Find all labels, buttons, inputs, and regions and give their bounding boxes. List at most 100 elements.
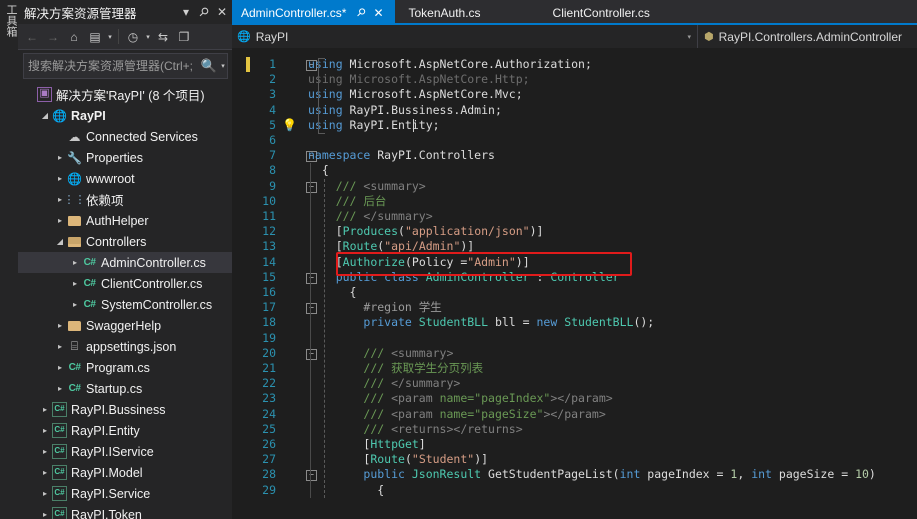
tree-item-swaggerhelp[interactable]: ▸ SwaggerHelp [18,315,232,336]
sync-with-active-document-icon[interactable]: ⇆ [153,27,173,47]
chevron-down-icon[interactable]: ▾ [106,33,114,41]
tree-item--raypi-8-[interactable]: ▣ 解决方案'RayPI' (8 个项目) [18,84,232,105]
search-dropdown-icon[interactable]: ▾ [219,62,227,70]
pending-changes-icon[interactable]: ◷ [123,27,143,47]
web-project-icon: 🌐 [52,108,67,123]
tree-item-wwwroot[interactable]: ▸ 🌐 wwwroot [18,168,232,189]
tree-item-startup.cs[interactable]: ▸ C# Startup.cs [18,378,232,399]
expand-arrow-icon[interactable]: ▸ [69,273,81,294]
collapse-arrow-icon[interactable]: ◢ [39,105,51,126]
tree-item-raypi.token[interactable]: ▸ C# RayPI.Token [18,504,232,519]
code-text[interactable]: − using Microsoft.AspNetCore.Authorizatio… [300,48,917,519]
expand-arrow-icon[interactable]: ▸ [54,147,66,168]
line-number: 18 [262,315,276,330]
project-selector[interactable]: 🌐 RayPI ▾ [232,25,698,48]
tree-item-raypi[interactable]: ◢ 🌐 RayPI [18,105,232,126]
search-icon[interactable]: 🔍 [199,58,219,74]
tree-item--[interactable]: ▸ ⋮⋮ 依赖项 [18,189,232,210]
code-line-8[interactable]: { [308,163,329,178]
line-number: 14 [262,254,276,269]
expand-arrow-icon[interactable]: ▸ [54,315,66,336]
code-line-14[interactable]: [Authorize(Policy ="Admin")] [308,255,530,270]
chevron-down-icon[interactable]: ▾ [687,33,691,41]
code-line-28[interactable]: public JsonResult GetStudentPageList(int… [308,467,875,482]
code-line-17[interactable]: #region 学生 [308,300,441,315]
tree-item-systemcontroller.cs[interactable]: ▸ C# SystemController.cs [18,294,232,315]
dependencies-icon: ⋮⋮ [63,194,86,206]
code-line-18[interactable]: private StudentBLL bll = new StudentBLL(… [308,315,654,330]
code-line-3[interactable]: using Microsoft.AspNetCore.Mvc; [308,87,523,102]
tree-item-controllers[interactable]: ◢ Controllers [18,231,232,252]
code-line-7[interactable]: namespace RayPI.Controllers [308,148,495,163]
tab-pin-icon[interactable]: ⚲ [350,2,372,24]
tree-item-connected-services[interactable]: ☁ Connected Services [18,126,232,147]
solution-tree[interactable]: ▣ 解决方案'RayPI' (8 个项目) ◢ 🌐 RayPI ☁ Connected Se… [18,82,232,519]
expand-arrow-icon [24,84,36,105]
lightbulb-icon[interactable]: 💡 [282,118,297,132]
tree-item-clientcontroller.cs[interactable]: ▸ C# ClientController.cs [18,273,232,294]
code-line-13[interactable]: [Route("api/Admin")] [308,239,475,254]
tree-item-appsettings.json[interactable]: ▸ ⌸ appsettings.json [18,336,232,357]
tree-item-raypi.model[interactable]: ▸ C# RayPI.Model [18,462,232,483]
tree-item-program.cs[interactable]: ▸ C# Program.cs [18,357,232,378]
tree-item-authhelper[interactable]: ▸ AuthHelper [18,210,232,231]
expand-arrow-icon[interactable]: ▸ [69,294,81,315]
close-icon[interactable]: ✕ [214,3,230,21]
tab-close-icon[interactable]: ✕ [370,6,386,20]
properties-window-icon[interactable]: ▤ [85,27,105,47]
expand-arrow-icon[interactable]: ▸ [54,336,66,357]
outlining-margin[interactable]: 💡 [280,48,300,519]
chevron-down-icon-2[interactable]: ▾ [144,33,152,41]
collapse-arrow-icon[interactable]: ◢ [54,231,66,252]
expand-arrow-icon[interactable]: ▸ [69,252,81,273]
forward-icon[interactable]: → [43,27,63,47]
code-line-27[interactable]: [Route("Student")] [308,452,488,467]
code-line-24[interactable]: /// <param name="pageSize"></param> [308,407,605,422]
tree-item-raypi.service[interactable]: ▸ C# RayPI.Service [18,483,232,504]
expand-arrow-icon[interactable]: ▸ [39,420,51,441]
tree-item-raypi.iservice[interactable]: ▸ C# RayPI.IService [18,441,232,462]
code-line-23[interactable]: /// <param name="pageIndex"></param> [308,391,612,406]
solution-explorer-search[interactable]: 🔍 ▾ [23,53,228,79]
code-line-1[interactable]: using Microsoft.AspNetCore.Authorization… [308,57,592,72]
code-line-25[interactable]: /// <returns></returns> [308,422,522,437]
code-line-4[interactable]: using RayPI.Bussiness.Admin; [308,103,502,118]
breakpoint-margin[interactable] [232,48,246,519]
code-line-2[interactable]: using Microsoft.AspNetCore.Http; [308,72,530,87]
tree-item-raypi.entity[interactable]: ▸ C# RayPI.Entity [18,420,232,441]
code-line-29[interactable]: { [308,483,384,498]
code-line-16[interactable]: { [308,285,357,300]
code-line-15[interactable]: public class AdminController : Controlle… [308,270,620,285]
toolbox-vertical-tab[interactable]: 工具箱 [0,0,19,519]
tree-item-admincontroller.cs[interactable]: ▸ C# AdminController.cs [18,252,232,273]
code-line-11[interactable]: /// </summary> [308,209,433,224]
expand-arrow-icon[interactable]: ▸ [39,504,51,519]
expand-arrow-icon[interactable]: ▸ [54,210,66,231]
show-all-files-icon[interactable]: ❐ [174,27,194,47]
expand-arrow-icon[interactable]: ▸ [39,441,51,462]
editor-tab-tokenauth.cs[interactable]: TokenAuth.cs [394,0,501,25]
code-surface[interactable]: 1 2 3 4 5 6 7 8 9 10 11 12 13 14 15 16 17 18 19 20 21 22 23 24 2… [232,48,917,519]
expand-arrow-icon[interactable]: ▸ [39,462,51,483]
expand-arrow-icon[interactable]: ▸ [54,168,66,189]
expand-arrow-icon[interactable]: ▸ [54,357,66,378]
editor-tab-clientcontroller.cs[interactable]: ClientController.cs [500,0,670,25]
expand-arrow-icon[interactable]: ▸ [39,483,51,504]
expand-arrow-icon[interactable]: ▸ [54,378,66,399]
code-line-10[interactable]: /// 后台 [308,194,387,209]
back-icon[interactable]: ← [22,27,42,47]
code-line-21[interactable]: /// 获取学生分页列表 [308,361,483,376]
home-icon[interactable]: ⌂ [64,27,84,47]
editor-tab-admincontroller.cs-[interactable]: AdminController.cs* ⚲ ✕ [232,0,395,25]
code-line-22[interactable]: /// </summary> [308,376,460,391]
code-line-12[interactable]: [Produces("application/json")] [308,224,544,239]
pin-icon[interactable]: ⚲ [192,0,216,24]
line-number: 20 [262,345,276,360]
expand-arrow-icon[interactable]: ▸ [39,399,51,420]
type-selector[interactable]: ⬢ RayPI.Controllers.AdminController [698,25,917,48]
search-input[interactable] [24,58,199,74]
code-line-5[interactable]: using RayPI.Entity; [308,118,440,133]
tree-item-raypi.bussiness[interactable]: ▸ C# RayPI.Bussiness [18,399,232,420]
tree-item-properties[interactable]: ▸ 🔧 Properties [18,147,232,168]
code-line-20[interactable]: /// <summary> [308,346,453,361]
